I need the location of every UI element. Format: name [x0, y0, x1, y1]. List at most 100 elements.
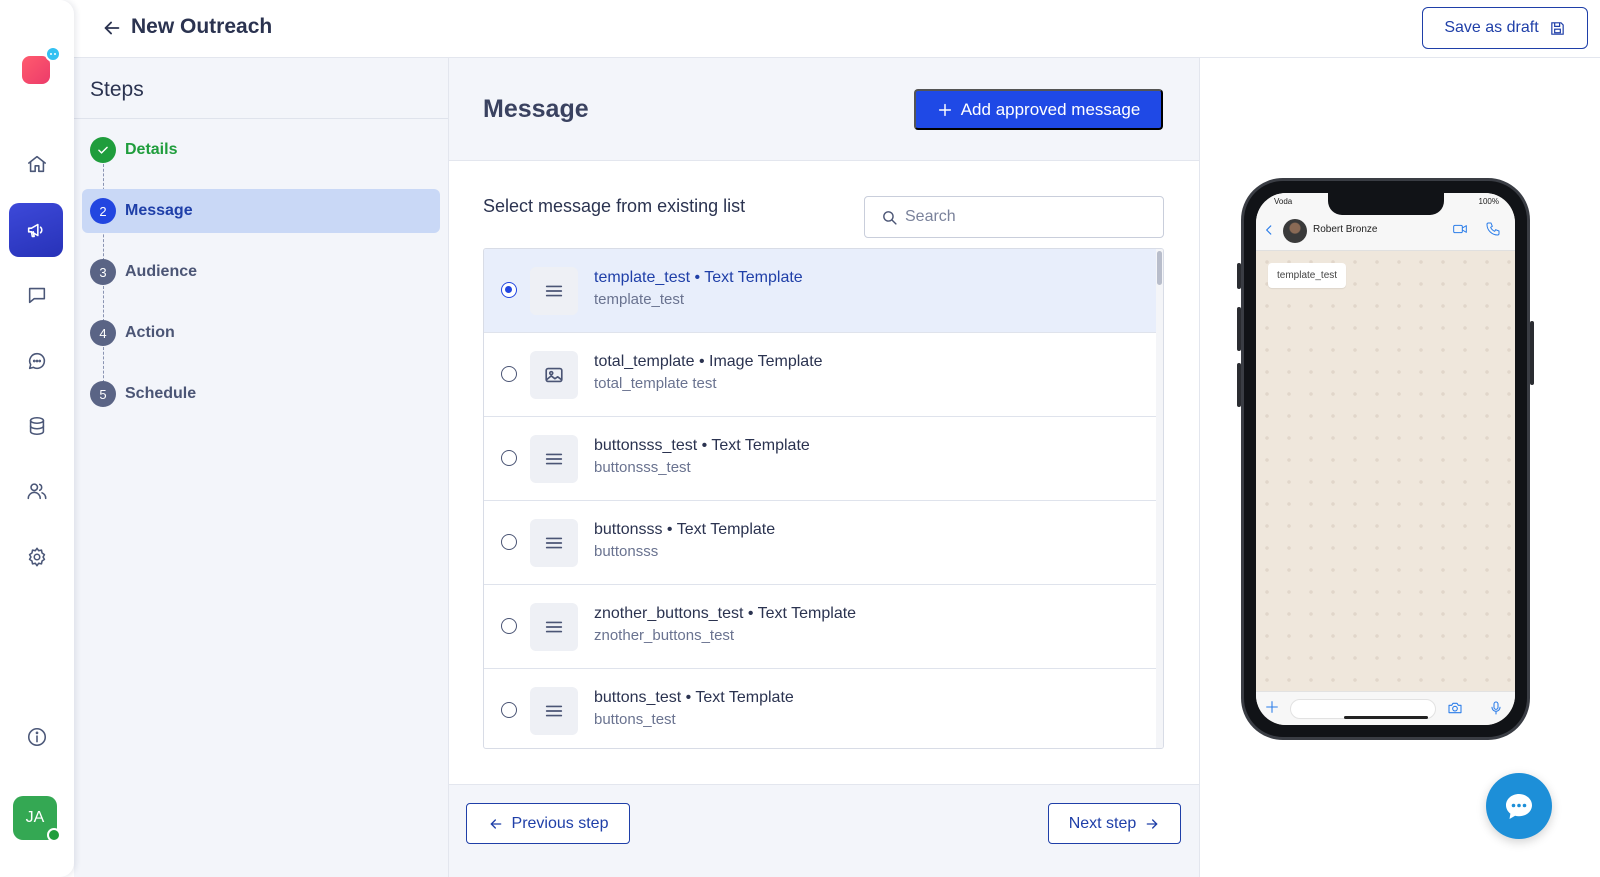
nav-outreach[interactable]: [9, 203, 63, 257]
microphone-icon: [1488, 700, 1506, 718]
chat-square-icon: [28, 287, 46, 304]
nav-inbox[interactable]: [17, 275, 57, 315]
steps-title: Steps: [90, 78, 144, 101]
template-row[interactable]: total_template • Image Template total_te…: [484, 333, 1157, 417]
add-approved-message-button[interactable]: Add approved message: [914, 89, 1163, 130]
phone-side-button: [1530, 321, 1534, 385]
support-chat-button[interactable]: [1486, 773, 1552, 839]
nav-database[interactable]: [17, 406, 57, 446]
previous-step-button[interactable]: Previous step: [466, 803, 630, 844]
online-status-indicator: [47, 828, 61, 842]
search-icon: [883, 211, 897, 225]
template-row[interactable]: template_test • Text Template template_t…: [484, 249, 1157, 333]
template-title: template_test • Text Template: [594, 269, 803, 286]
template-subtitle: template_test: [594, 291, 685, 308]
arrow-left-icon: [490, 818, 501, 829]
template-subtitle: total_template test: [594, 375, 717, 392]
app-logo[interactable]: [22, 56, 50, 84]
database-icon: [29, 416, 45, 436]
save-as-draft-label: Save as draft: [1444, 19, 1539, 36]
template-row[interactable]: buttons_test • Text Template buttons_tes…: [484, 669, 1157, 748]
select-message-label: Select message from existing list: [483, 196, 746, 216]
template-row[interactable]: buttonsss • Text Template buttonsss: [484, 501, 1157, 585]
logo-chat-badge-icon: [45, 46, 61, 62]
left-nav-rail: JA: [0, 0, 74, 877]
nav-info[interactable]: [17, 717, 57, 757]
message-title: Message: [483, 95, 589, 123]
template-radio[interactable]: [501, 450, 517, 466]
step-label: Message: [125, 202, 193, 219]
steps-panel: Steps Details 2 Message 3 Audience 4 Act…: [74, 58, 448, 877]
image-icon: [530, 351, 578, 399]
phone-side-button: [1237, 363, 1241, 407]
nav-home[interactable]: [17, 144, 57, 184]
carrier-name: Voda: [1274, 197, 1293, 206]
contact-name: Robert Bronze: [1313, 224, 1378, 235]
list-scrollbar[interactable]: [1156, 249, 1163, 748]
camera-icon: [1447, 700, 1465, 718]
chat-dots-icon: [1506, 794, 1532, 819]
step-action[interactable]: 4 Action: [82, 311, 440, 355]
step-details[interactable]: Details: [82, 128, 440, 172]
text-lines-icon: [530, 267, 578, 315]
nav-settings[interactable]: [17, 537, 57, 577]
step-message[interactable]: 2 Message: [82, 189, 440, 233]
step-label: Action: [125, 324, 175, 341]
template-title: znother_buttons_test • Text Template: [594, 605, 857, 622]
template-radio[interactable]: [501, 282, 517, 298]
template-title: buttonsss_test • Text Template: [594, 437, 810, 454]
step-number: 3: [90, 259, 116, 285]
search-input[interactable]: [905, 197, 1155, 237]
message-bubble: template_test: [1268, 263, 1347, 288]
template-row[interactable]: buttonsss_test • Text Template buttonsss…: [484, 417, 1157, 501]
text-lines-icon: [530, 435, 578, 483]
chat-bubble-icon: [28, 352, 46, 370]
back-button[interactable]: [98, 14, 126, 42]
step-label: Schedule: [125, 385, 197, 402]
previous-step-label: Previous step: [511, 814, 609, 832]
next-step-button[interactable]: Next step: [1048, 803, 1181, 844]
template-subtitle: buttonsss_test: [594, 459, 691, 476]
video-call-icon: [1452, 221, 1470, 239]
step-schedule[interactable]: 5 Schedule: [82, 372, 440, 416]
search-box: [864, 196, 1164, 238]
user-initials: JA: [25, 809, 45, 826]
template-list: template_test • Text Template template_t…: [483, 248, 1164, 749]
phone-side-button: [1237, 307, 1241, 351]
add-approved-message-label: Add approved message: [960, 99, 1141, 119]
text-lines-icon: [530, 603, 578, 651]
template-title: buttons_test • Text Template: [594, 689, 794, 706]
message-panel-footer: Previous step Next step: [449, 784, 1199, 877]
gear-icon: [28, 547, 46, 567]
template-radio[interactable]: [501, 618, 517, 634]
message-panel: Message Add approved message Select mess…: [448, 58, 1200, 877]
chat-wallpaper: [1256, 251, 1515, 691]
step-audience[interactable]: 3 Audience: [82, 250, 440, 294]
message-panel-header: Message Add approved message: [449, 58, 1199, 161]
phone-call-icon: [1485, 221, 1503, 239]
text-lines-icon: [530, 687, 578, 735]
template-radio[interactable]: [501, 534, 517, 550]
arrow-right-icon: [1146, 818, 1158, 829]
next-step-label: Next step: [1068, 814, 1137, 832]
template-row[interactable]: znother_buttons_test • Text Template zno…: [484, 585, 1157, 669]
template-radio[interactable]: [501, 366, 517, 382]
step-number: 2: [90, 198, 116, 224]
text-lines-icon: [530, 519, 578, 567]
steps-divider: [74, 118, 448, 119]
megaphone-icon: [27, 223, 43, 238]
scrollbar-thumb[interactable]: [1157, 251, 1162, 285]
nav-conversations[interactable]: [17, 341, 57, 381]
plus-icon: [1264, 699, 1282, 717]
users-icon: [27, 483, 47, 500]
template-radio[interactable]: [501, 702, 517, 718]
top-header: New Outreach Save as draft: [74, 0, 1600, 58]
phone-screen: Voda 100% Robert Bronze template_test: [1256, 193, 1515, 725]
plus-icon: [938, 103, 951, 116]
step-label: Audience: [125, 263, 198, 280]
nav-contacts[interactable]: [17, 471, 57, 511]
step-number: 5: [90, 381, 116, 407]
info-icon: [27, 727, 47, 747]
save-as-draft-button[interactable]: Save as draft: [1422, 7, 1588, 49]
step-number: 4: [90, 320, 116, 346]
